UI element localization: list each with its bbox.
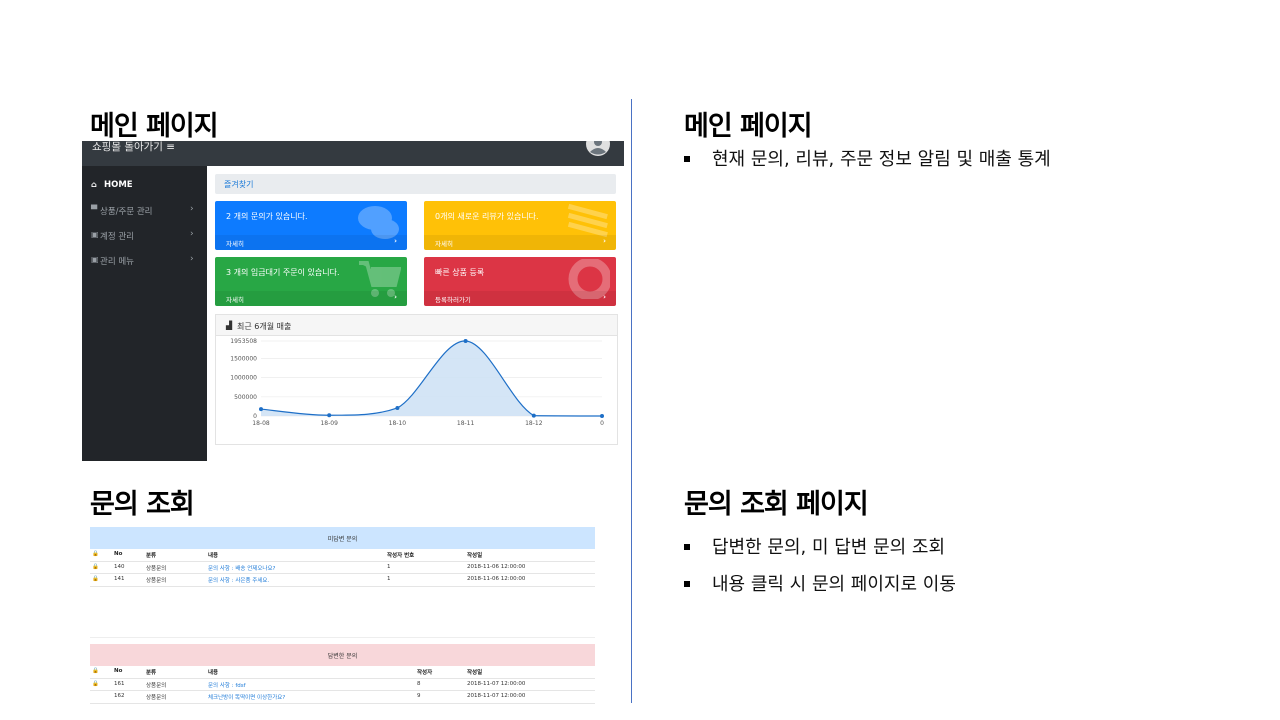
inquiry-link[interactable]: 문의 사항 : 사은품 주세요. xyxy=(208,576,269,584)
inquiry-card[interactable]: 2 개의 문의가 있습니다. 자세히 › xyxy=(215,201,407,250)
x-tick-label: 18-12 xyxy=(525,420,543,427)
answered-inquiry-table: 답변한 문의 🔒 No 분류 내용 작성자 작성일 🔒 161 상품문의 문의 … xyxy=(90,644,595,706)
sidebar-item-home[interactable]: ⌂ HOME xyxy=(82,172,207,197)
chevron-right-icon: › xyxy=(394,293,397,301)
row-divider xyxy=(90,573,595,574)
sales-area-fill xyxy=(261,340,602,416)
sales-chart: 0 500000 1000000 1500000 1953508 18-08 18-09 18… xyxy=(230,338,604,427)
sidebar-item-products-orders[interactable]: ▀ 상품/주문 관리 › xyxy=(82,197,207,222)
y-tick-label: 0 xyxy=(253,413,257,420)
lock-icon: 🔒 xyxy=(92,668,99,674)
row-divider xyxy=(90,690,595,691)
sidebar-item-admin-menu[interactable]: ▣ 관리 메뉴 › xyxy=(82,247,207,272)
inquiry-heading: 문의 조회 xyxy=(90,489,195,520)
table-title: 미답변 문의 xyxy=(327,536,358,543)
card-link[interactable]: 등록하러가기 xyxy=(435,294,471,304)
chevron-right-icon: › xyxy=(394,237,397,245)
row-divider xyxy=(90,586,595,587)
col-header: 작성일 xyxy=(467,553,483,559)
clipboard-icon: ▣ xyxy=(91,255,99,264)
col-header: No xyxy=(114,551,123,557)
main-bullet-list: 현재 문의, 리뷰, 주문 정보 알림 및 매출 통계 xyxy=(682,141,1242,178)
x-tick-label: 18-09 xyxy=(320,420,338,427)
chevron-right-icon: › xyxy=(190,229,194,239)
table-title-bar: 답변한 문의 xyxy=(90,644,595,666)
data-point xyxy=(259,407,263,412)
table-title: 답변한 문의 xyxy=(327,653,358,660)
quick-product-card[interactable]: 빠른 상품 등록 등록하러가기 › xyxy=(424,257,616,306)
dashboard-screenshot: 쇼핑몰 돌아가기 ≡ ⌂ HOME ▀ 상품/주문 관리 › ▣ 계정 관리 ›… xyxy=(82,141,624,461)
sidebar-item-accounts[interactable]: ▣ 계정 관리 › xyxy=(82,222,207,247)
chevron-right-icon: › xyxy=(190,254,194,264)
right-inquiry-heading: 문의 조회 페이지 xyxy=(684,489,869,520)
data-point xyxy=(395,405,400,410)
inquiry-link[interactable]: 문의 사항 : 배송 언제오나요? xyxy=(208,564,275,572)
chart-title: 최근 6개월 매출 xyxy=(237,322,292,331)
y-tick-label: 1953508 xyxy=(230,338,257,345)
chevron-right-icon: › xyxy=(190,204,194,214)
col-header: 분류 xyxy=(146,553,157,559)
y-tick-label: 500000 xyxy=(234,394,257,401)
inquiry-link[interactable]: 체크난방이 똑딱이면 이상한가요? xyxy=(208,693,285,701)
pending-orders-card[interactable]: 3 개의 입금대기 주문이 있습니다. 자세히 › xyxy=(215,257,407,306)
x-tick-label: 0 xyxy=(600,420,604,427)
back-to-shop-link[interactable]: 쇼핑몰 돌아가기 ≡ xyxy=(92,141,175,153)
right-main-heading: 메인 페이지 xyxy=(684,111,813,142)
section-divider xyxy=(90,637,595,638)
clipboard-icon: ▣ xyxy=(91,230,99,239)
review-card[interactable]: 0개의 새로운 리뷰가 있습니다. 자세히 › xyxy=(424,201,616,250)
unanswered-inquiry-table: 미답변 문의 🔒 No 분류 내용 작성자 번호 작성일 🔒 140 상품문의 … xyxy=(90,527,595,589)
col-header: 작성자 xyxy=(417,670,433,676)
x-tick-label: 18-08 xyxy=(252,420,270,427)
user-circle-icon[interactable] xyxy=(585,141,611,157)
data-point xyxy=(463,339,468,343)
bullet-item: 현재 문의, 리뷰, 주문 정보 알림 및 매출 통계 xyxy=(682,141,1242,178)
bullet-item: 내용 클릭 시 문의 페이지로 이동 xyxy=(682,566,1242,603)
data-point xyxy=(531,413,536,418)
col-header: 작성일 xyxy=(467,670,483,676)
lock-icon: 🔒 xyxy=(92,564,99,570)
sidebar: ⌂ HOME ▀ 상품/주문 관리 › ▣ 계정 관리 › ▣ 관리 메뉴 › xyxy=(82,166,207,461)
col-header: 작성자 번호 xyxy=(387,553,415,559)
row-divider xyxy=(90,703,595,704)
main-page-heading: 메인 페이지 xyxy=(90,111,219,142)
home-icon: ⌂ xyxy=(91,180,97,189)
inquiry-link[interactable]: 문의 사항 : fdsf xyxy=(208,681,246,689)
card-link[interactable]: 자세히 xyxy=(226,238,244,248)
lock-icon: 🔒 xyxy=(92,681,99,687)
breadcrumb: 즐겨찾기 xyxy=(215,174,616,194)
lock-icon: 🔒 xyxy=(92,551,99,557)
data-point xyxy=(600,414,604,418)
breadcrumb-favorites[interactable]: 즐겨찾기 xyxy=(224,179,253,190)
col-header: No xyxy=(114,668,123,674)
table-title-bar: 미답변 문의 xyxy=(90,527,595,549)
col-header: 분류 xyxy=(146,670,157,676)
y-tick-label: 1000000 xyxy=(230,375,257,382)
top-navbar: 쇼핑몰 돌아가기 ≡ xyxy=(82,141,624,166)
chevron-right-icon: › xyxy=(603,237,606,245)
x-tick-label: 18-11 xyxy=(457,420,475,427)
sales-chart-panel: ▟ 최근 6개월 매출 0 500000 1000000 1500000 1953508 1… xyxy=(215,314,618,445)
inquiry-bullet-list: 답변한 문의, 미 답변 문의 조회 내용 클릭 시 문의 페이지로 이동 xyxy=(682,529,1242,603)
area-chart-icon: ▟ xyxy=(226,321,233,330)
x-tick-label: 18-10 xyxy=(389,420,407,427)
row-divider xyxy=(90,678,595,679)
card-link[interactable]: 자세히 xyxy=(435,238,453,248)
lock-icon: 🔒 xyxy=(92,576,99,582)
vertical-divider xyxy=(631,99,632,703)
col-header: 내용 xyxy=(208,553,219,559)
card-link[interactable]: 자세히 xyxy=(226,294,244,304)
col-header: 내용 xyxy=(208,670,219,676)
chevron-right-icon: › xyxy=(603,293,606,301)
bullet-item: 답변한 문의, 미 답변 문의 조회 xyxy=(682,529,1242,566)
row-divider xyxy=(90,561,595,562)
y-tick-label: 1500000 xyxy=(230,355,257,362)
cart-icon: ▀ xyxy=(91,205,98,214)
data-point xyxy=(327,413,332,418)
